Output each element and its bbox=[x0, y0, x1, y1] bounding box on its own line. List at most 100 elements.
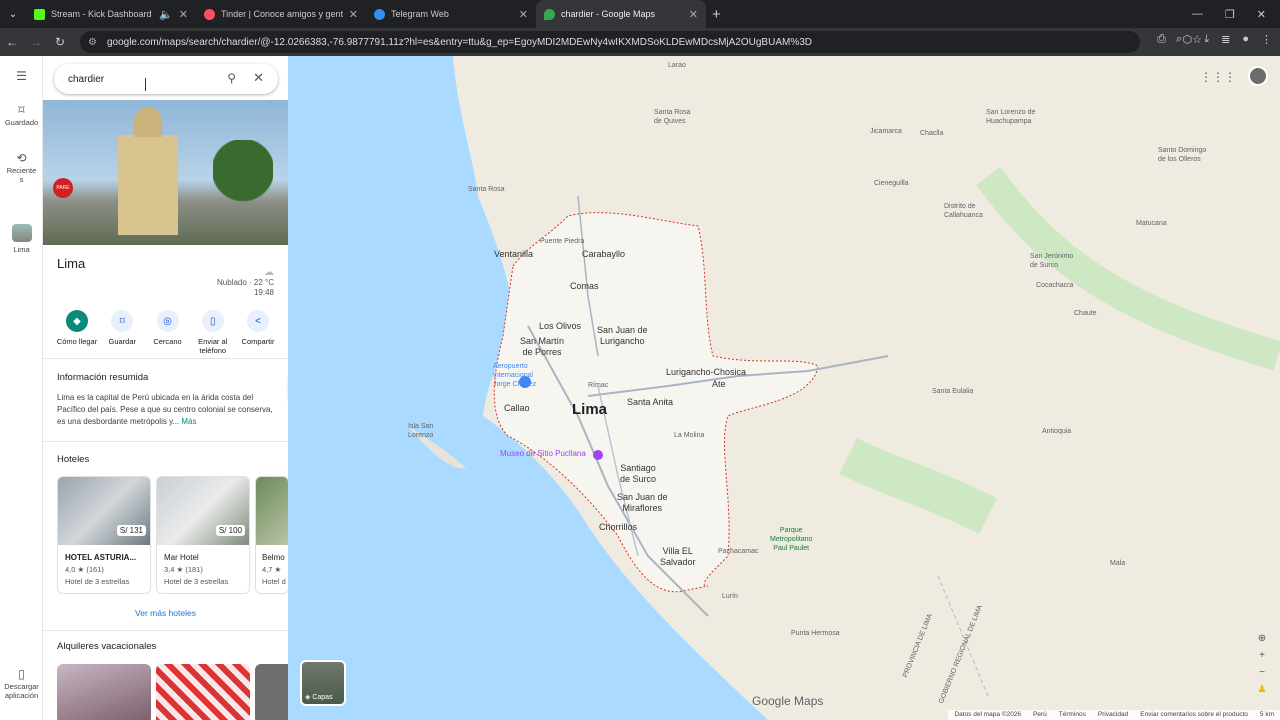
search-icon[interactable]: ⚲ bbox=[227, 71, 236, 85]
search-box[interactable]: chardier ⚲ ✕ bbox=[54, 64, 278, 94]
map-label[interactable]: Santa Rosa bbox=[468, 186, 505, 193]
map-label[interactable]: Mala bbox=[1110, 560, 1125, 567]
map-label[interactable]: Isla San Lorenzo bbox=[408, 422, 433, 440]
media-icon[interactable]: ≣ bbox=[1221, 33, 1230, 46]
maximize-icon[interactable]: ❐ bbox=[1225, 8, 1235, 21]
feedback-link[interactable]: Enviar comentarios sobre el producto bbox=[1140, 711, 1248, 719]
map-label[interactable]: Ventanilla bbox=[494, 250, 533, 259]
map-label[interactable]: Callao bbox=[504, 404, 530, 413]
map-label[interactable]: Comas bbox=[570, 282, 599, 291]
zoom-icon[interactable]: ⌕ bbox=[1176, 33, 1182, 46]
tab-telegram[interactable]: Telegram Web ✕ bbox=[366, 0, 536, 28]
hotel-card[interactable]: S/ 131 HOTEL ASTURIA... 4,0 ★ (161) Hotel d… bbox=[57, 476, 151, 594]
zoom-in-button[interactable]: + bbox=[1259, 650, 1265, 661]
map-label[interactable]: Chorrillos bbox=[599, 523, 637, 532]
share-button[interactable]: < Compartir bbox=[236, 310, 280, 355]
map-label[interactable]: Los Olivos bbox=[539, 322, 581, 331]
menu-icon[interactable]: ⋮ bbox=[1261, 33, 1272, 46]
map-label[interactable]: Pachacamac bbox=[718, 548, 758, 555]
map-label[interactable]: San Juan de Miraflores bbox=[617, 492, 668, 514]
tab-search-icon[interactable]: ⌄ bbox=[0, 0, 26, 28]
pegman-icon[interactable]: ♟ bbox=[1258, 684, 1267, 695]
map-label[interactable]: Santa Eulalia bbox=[932, 388, 973, 395]
terms-link[interactable]: Términos bbox=[1059, 711, 1086, 719]
map-label[interactable]: Santa Rosa de Quives bbox=[654, 108, 691, 126]
map-label[interactable]: Distrito de Callahuanca bbox=[944, 202, 983, 220]
minimize-icon[interactable]: — bbox=[1192, 8, 1203, 21]
google-apps-icon[interactable]: ⋮⋮⋮ bbox=[1200, 70, 1236, 84]
poi-label[interactable]: Museo de Sitio Pucllana bbox=[500, 450, 586, 458]
back-button[interactable]: ← bbox=[0, 35, 24, 49]
rental-card[interactable] bbox=[255, 664, 288, 720]
send-to-phone-button[interactable]: ▯ Enviar al teléfono bbox=[191, 310, 235, 355]
map-label[interactable]: Rímac bbox=[588, 382, 608, 389]
saved-button[interactable]: ⌑ Guardado bbox=[0, 104, 43, 127]
map-label[interactable]: Cocachacra bbox=[1036, 282, 1073, 289]
map-label[interactable]: Villa EL Salvador bbox=[660, 546, 696, 568]
tab-google-maps[interactable]: chardier - Google Maps ✕ bbox=[536, 0, 706, 28]
close-icon[interactable]: ✕ bbox=[253, 70, 264, 86]
map-canvas[interactable]: Lima Callao Ventanilla Carabayllo Comas … bbox=[288, 56, 1280, 720]
tab-audio-icon[interactable]: 🔈 bbox=[159, 8, 173, 21]
directions-button[interactable]: ◆ Cómo llegar bbox=[55, 310, 99, 355]
region-link[interactable]: Perú bbox=[1033, 711, 1047, 719]
more-hotels-link[interactable]: Ver más hoteles bbox=[43, 608, 288, 618]
account-avatar[interactable] bbox=[1248, 66, 1268, 86]
download-icon[interactable]: ⤓ bbox=[1204, 33, 1209, 46]
map-label[interactable]: Santo Domingo de los Olleros bbox=[1158, 146, 1206, 164]
new-tab-button[interactable]: + bbox=[712, 6, 721, 23]
map-label[interactable]: San Juan de Lurigancho bbox=[597, 325, 648, 347]
place-photo[interactable]: PARE bbox=[43, 100, 288, 245]
privacy-link[interactable]: Privacidad bbox=[1098, 711, 1128, 719]
recent-place-lima[interactable]: Lima bbox=[0, 224, 43, 254]
rental-card[interactable] bbox=[156, 664, 250, 720]
menu-button[interactable]: ☰ bbox=[0, 70, 43, 84]
recent-button[interactable]: ⟲ Reciente s bbox=[0, 152, 43, 184]
map-label[interactable]: Santa Anita bbox=[627, 398, 673, 407]
map-label[interactable]: Carabayllo bbox=[582, 250, 625, 259]
map-label[interactable]: Lurigancho-Chosica bbox=[666, 368, 746, 377]
tab-tinder[interactable]: Tinder | Conoce amigos y gente ✕ bbox=[196, 0, 366, 28]
my-location-icon[interactable]: ⊕ bbox=[1258, 633, 1266, 644]
download-app-button[interactable]: ▯ Descargar aplicación bbox=[0, 668, 43, 700]
museum-icon[interactable] bbox=[593, 450, 603, 460]
tab-kick[interactable]: Stream - Kick Dashboard 🔈 ✕ bbox=[26, 0, 196, 28]
map-label[interactable]: Chaclla bbox=[920, 130, 943, 137]
tab-close-icon[interactable]: ✕ bbox=[689, 8, 698, 21]
address-bar[interactable]: ⚙ google.com/maps/search/chardier/@-12.0… bbox=[80, 31, 1140, 53]
poi-label[interactable]: Parque Metropolitano Paul Paulet bbox=[770, 526, 812, 553]
zoom-out-button[interactable]: − bbox=[1259, 667, 1265, 678]
map-label[interactable]: San Martín de Porres bbox=[520, 336, 564, 358]
site-info-icon[interactable]: ⚙ bbox=[88, 37, 97, 48]
reload-button[interactable]: ↻ bbox=[48, 35, 72, 49]
city-label-lima[interactable]: Lima bbox=[572, 402, 607, 417]
map-label[interactable]: San Lorenzo de Huachupampa bbox=[986, 108, 1035, 126]
save-button[interactable]: ⌑ Guardar bbox=[100, 310, 144, 355]
map-label[interactable]: Puente Piedra bbox=[540, 238, 584, 245]
hotel-card[interactable]: S/ 100 Mar Hotel 3,4 ★ (181) Hotel de 3 est… bbox=[156, 476, 250, 594]
map-label[interactable]: Santiago de Surco bbox=[620, 463, 656, 485]
layers-button[interactable]: ◈ Capas bbox=[300, 660, 346, 706]
map-label[interactable]: Matucana bbox=[1136, 220, 1167, 227]
nearby-button[interactable]: ◎ Cercano bbox=[146, 310, 190, 355]
search-input[interactable]: chardier bbox=[68, 74, 104, 85]
install-app-icon[interactable]: ⎙ bbox=[1157, 33, 1166, 46]
rental-card[interactable] bbox=[57, 664, 151, 720]
close-window-icon[interactable]: ✕ bbox=[1257, 8, 1266, 21]
map-label[interactable]: Larao bbox=[668, 62, 686, 69]
map-label[interactable]: Cieneguilla bbox=[874, 180, 909, 187]
hotel-card[interactable]: Belmo 4,7 ★ Hotel d bbox=[255, 476, 288, 594]
more-link[interactable]: Más bbox=[181, 417, 196, 426]
poi-label[interactable]: Aeropuerto Internacional Jorge Chávez bbox=[493, 362, 536, 389]
map-label[interactable]: San Jerónimo de Surco bbox=[1030, 252, 1073, 270]
map-label[interactable]: La Molina bbox=[674, 432, 704, 439]
map-label[interactable]: Punta Hermosa bbox=[791, 630, 840, 637]
map-label[interactable]: Lurín bbox=[722, 593, 738, 600]
tab-close-icon[interactable]: ✕ bbox=[179, 8, 188, 21]
map-label[interactable]: Ate bbox=[712, 380, 726, 389]
tab-close-icon[interactable]: ✕ bbox=[349, 8, 358, 21]
map-label[interactable]: Antioquia bbox=[1042, 428, 1071, 435]
forward-button[interactable]: → bbox=[24, 35, 48, 49]
extensions-icon[interactable]: ⬡ bbox=[1183, 33, 1193, 46]
map-label[interactable]: Chaute bbox=[1074, 310, 1097, 317]
